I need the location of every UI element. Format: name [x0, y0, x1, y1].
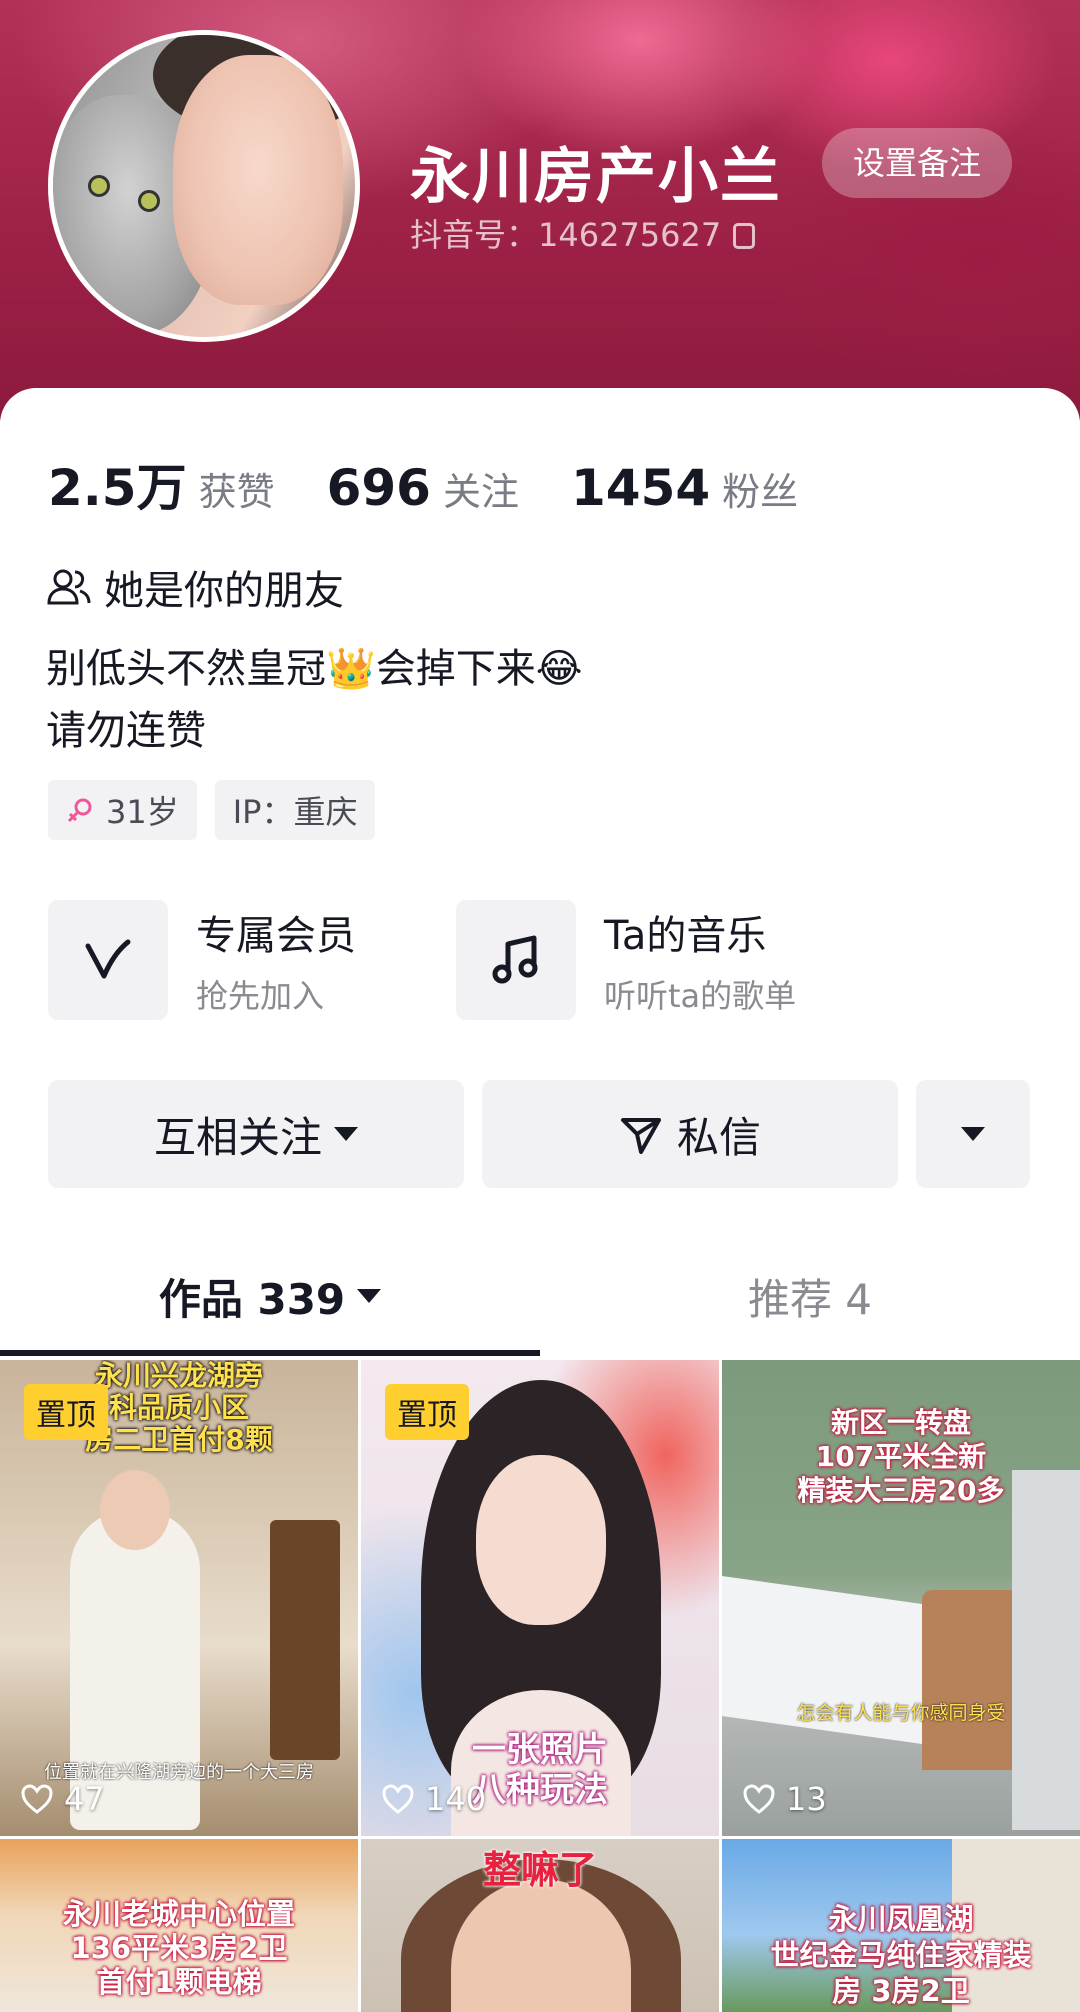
action-buttons: 互相关注 私信	[48, 1080, 1030, 1188]
mutual-follow-button[interactable]: 互相关注	[48, 1080, 464, 1188]
feature-text: Ta的音乐 听听ta的歌单	[604, 903, 796, 1017]
message-button[interactable]: 私信	[482, 1080, 898, 1188]
more-actions-button[interactable]	[916, 1080, 1030, 1188]
like-count: 140	[381, 1780, 486, 1818]
tags-row: 31岁 IP：重庆	[48, 780, 376, 840]
caret-down-icon	[961, 1127, 985, 1141]
stat-following[interactable]: 696 关注	[327, 459, 519, 517]
video-title-overlay: 新区一转盘 107平米全新 精装大三房20多	[797, 1406, 1005, 1507]
heart-icon	[382, 1784, 414, 1814]
like-count-text: 47	[64, 1780, 105, 1818]
stat-value: 696	[326, 459, 431, 517]
ip-tag: IP：重庆	[214, 780, 376, 840]
feature-title: 专属会员	[196, 913, 356, 959]
tab-label: 推荐 4	[747, 1274, 873, 1324]
video-thumbnail[interactable]: 置顶 一张照片 八种玩法 140	[361, 1360, 719, 1836]
tab-recommend[interactable]: 推荐 4	[540, 1248, 1080, 1344]
vip-v-icon	[48, 900, 168, 1020]
stat-label: 关注	[442, 470, 519, 514]
caret-down-icon	[357, 1289, 382, 1303]
music-note-icon	[456, 900, 576, 1020]
tab-works[interactable]: 作品 339	[0, 1248, 540, 1356]
video-title-overlay: 整嘛了	[482, 1848, 597, 1892]
video-thumbnail[interactable]: 新区一转盘 107平米全新 精装大三房20多 怎会有人能与你感同身受 13	[722, 1360, 1080, 1836]
stat-followers[interactable]: 1454 粉丝	[571, 459, 798, 517]
username: 永川房产小兰	[410, 142, 782, 212]
video-caption: 怎会有人能与你感同身受	[796, 1702, 1006, 1724]
video-thumbnail[interactable]: 整嘛了	[361, 1839, 719, 2012]
feature-subtitle: 听听ta的歌单	[604, 977, 797, 1015]
feature-music[interactable]: Ta的音乐 听听ta的歌单	[456, 900, 864, 1020]
douyin-id[interactable]: 抖音号：146275627	[410, 210, 756, 256]
feature-text: 专属会员 抢先加入	[196, 903, 356, 1017]
stat-value: 2.5万	[48, 459, 187, 517]
cat-eye	[88, 175, 110, 197]
profile-banner: 永川房产小兰 设置备注 抖音号：146275627	[0, 0, 1080, 420]
age-tag: 31岁	[48, 780, 197, 840]
face-shape	[173, 55, 343, 305]
heart-icon	[743, 1784, 775, 1814]
video-title-overlay: 永川凤凰湖 世纪金马纯住家精装 房 3房2卫	[770, 1902, 1032, 2008]
feature-subtitle: 抢先加入	[196, 977, 325, 1015]
friend-status-text: 她是你的朋友	[104, 568, 344, 614]
bio-text: 别低头不然皇冠👑会掉下来😂 请勿连赞	[46, 646, 583, 754]
video-thumbnail[interactable]: 永川兴龙湖旁 科品质小区 房二卫首付8颗 置顶 位置就在兴隆湖旁边的一个大三房 …	[0, 1360, 358, 1836]
cat-eye	[138, 190, 160, 212]
tab-label: 作品 339	[158, 1274, 346, 1324]
video-thumbnail[interactable]: 永川老城中心位置 136平米3房2卫 首付1颗电梯	[0, 1839, 358, 2012]
like-count: 47	[20, 1780, 105, 1818]
copy-icon[interactable]	[733, 223, 756, 249]
friend-status: 她是你的朋友	[46, 558, 344, 616]
like-count-text: 140	[425, 1780, 487, 1818]
profile-sheet: 2.5万 获赞 696 关注 1454 粉丝 她是你的朋友 别低头不然皇冠👑会掉…	[0, 388, 1080, 2012]
tab-underline	[0, 1350, 540, 1356]
like-count: 13	[742, 1780, 827, 1818]
wardrobe-shape	[1012, 1470, 1080, 1830]
stat-label: 获赞	[198, 470, 275, 514]
feature-vip[interactable]: 专属会员 抢先加入	[48, 900, 456, 1020]
stat-label: 粉丝	[722, 470, 799, 514]
douyin-id-text: 抖音号：146275627	[410, 216, 722, 254]
female-icon	[67, 798, 92, 823]
pinned-badge: 置顶	[385, 1384, 469, 1440]
stats-row: 2.5万 获赞 696 关注 1454 粉丝	[48, 448, 850, 520]
features-row: 专属会员 抢先加入 Ta的音乐 听听ta的歌单	[48, 900, 864, 1020]
friends-icon	[47, 569, 91, 605]
send-icon	[620, 1118, 661, 1154]
stat-likes[interactable]: 2.5万 获赞	[48, 448, 275, 520]
video-title-overlay: 永川老城中心位置 136平米3房2卫 首付1颗电梯	[62, 1897, 295, 1999]
caret-down-icon	[334, 1127, 358, 1141]
video-thumbnail[interactable]: 永川凤凰湖 世纪金马纯住家精装 房 3房2卫	[722, 1839, 1080, 2012]
content-tabs: 作品 339 推荐 4	[0, 1248, 1080, 1356]
person-head	[100, 1470, 170, 1550]
age-text: 31岁	[106, 793, 179, 831]
ip-text: IP：重庆	[232, 793, 358, 831]
chair-shape	[270, 1520, 340, 1760]
video-grid: 永川兴龙湖旁 科品质小区 房二卫首付8颗 置顶 位置就在兴隆湖旁边的一个大三房 …	[0, 1360, 1080, 2012]
stat-value: 1454	[570, 459, 711, 517]
message-label: 私信	[676, 1112, 761, 1162]
set-remark-button[interactable]: 设置备注	[822, 128, 1012, 198]
face-shape	[476, 1455, 606, 1625]
mutual-follow-label: 互相关注	[153, 1112, 322, 1162]
pinned-badge: 置顶	[24, 1384, 108, 1440]
avatar[interactable]	[48, 30, 360, 342]
heart-icon	[21, 1784, 53, 1814]
feature-title: Ta的音乐	[604, 913, 767, 959]
like-count-text: 13	[786, 1780, 827, 1818]
